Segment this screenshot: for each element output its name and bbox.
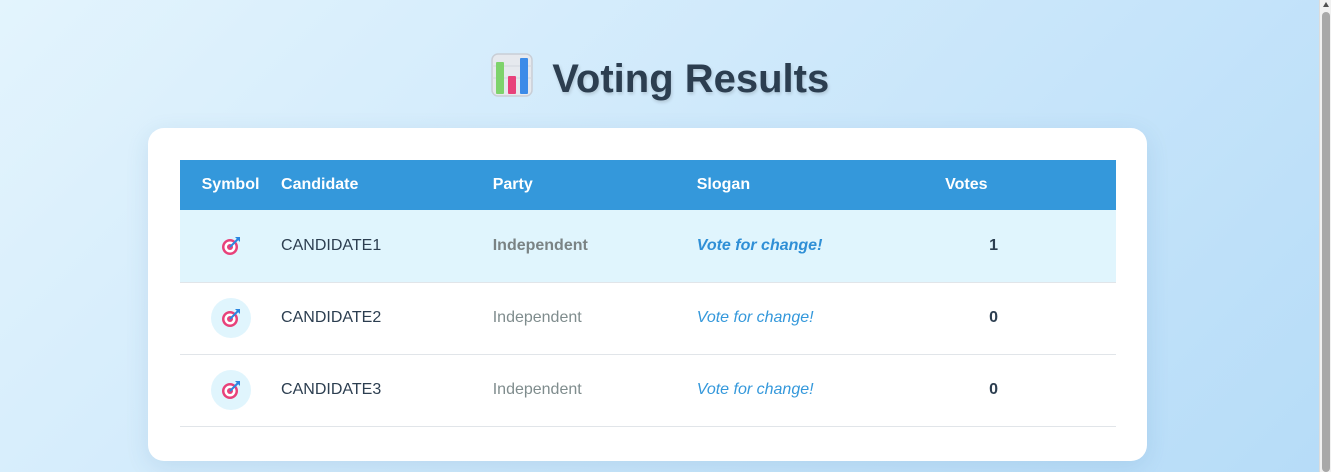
candidate-votes: 0 [989,381,999,398]
column-header-slogan: Slogan [696,176,751,193]
target-icon [210,298,251,338]
scroll-up-arrow-icon[interactable] [1323,2,1329,7]
candidate-slogan: Vote for change! [696,309,814,326]
results-card: Symbol Candidate Party Slogan Votes CAND… [148,128,1147,461]
candidate-party: Independent [492,381,582,398]
results-table: Symbol Candidate Party Slogan Votes CAND… [180,160,1116,427]
column-header-votes: Votes [945,176,988,193]
column-header-party: Party [492,176,533,193]
page-header: Voting Results [0,53,1319,102]
table-row: CANDIDATE2 Independent Vote for change! … [180,282,1116,354]
scrollbar-thumb[interactable] [1322,12,1330,472]
candidate-votes: 1 [989,236,999,254]
candidate-party: Independent [492,309,582,326]
target-icon [210,370,251,410]
candidate-name: CANDIDATE2 [281,309,382,326]
candidate-name: CANDIDATE3 [281,381,382,398]
table-header-row: Symbol Candidate Party Slogan Votes [180,160,1116,210]
candidate-votes: 0 [989,309,999,326]
candidate-slogan: Vote for change! [696,236,823,254]
column-header-candidate: Candidate [281,176,359,193]
target-icon [211,226,251,266]
table-row: CANDIDATE3 Independent Vote for change! … [180,354,1116,426]
column-header-symbol: Symbol [201,176,260,193]
candidate-slogan: Vote for change! [696,381,814,398]
page-title: Voting Results [552,56,830,101]
candidate-party: Independent [492,236,588,254]
bar-chart-icon [490,52,534,98]
vertical-scrollbar[interactable] [1319,0,1331,472]
table-row: CANDIDATE1 Independent Vote for change! … [180,210,1116,282]
candidate-name: CANDIDATE1 [281,236,382,254]
